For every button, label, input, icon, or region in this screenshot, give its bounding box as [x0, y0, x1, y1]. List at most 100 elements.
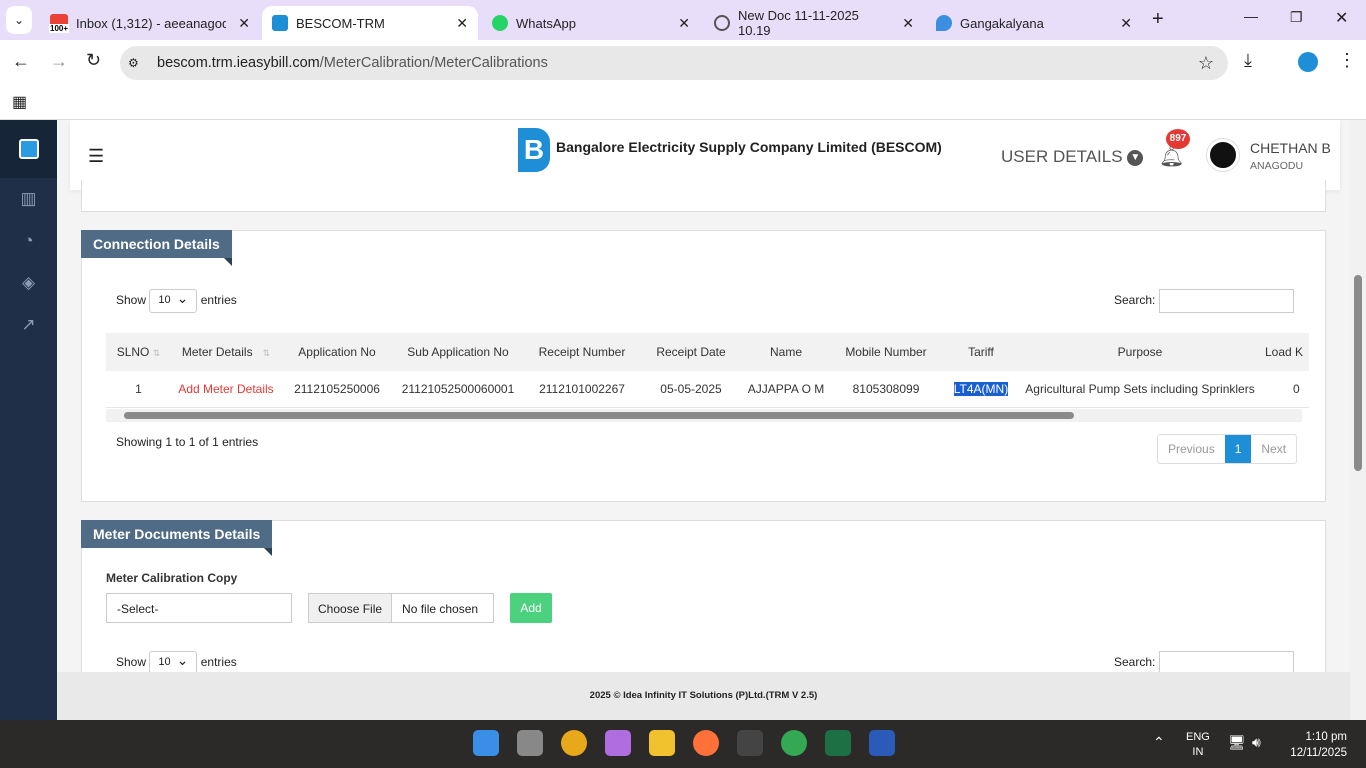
cell-purpose: Agricultural Pump Sets including Sprinkl…	[1021, 371, 1259, 408]
choose-file-button[interactable]: Choose File	[309, 594, 393, 622]
calibration-copy-label: Meter Calibration Copy	[106, 571, 238, 585]
col-meter-details[interactable]: Meter Details ⇅	[171, 333, 281, 371]
col-purpose[interactable]: Purpose	[1021, 333, 1259, 371]
page-1-button[interactable]: 1	[1224, 435, 1252, 463]
date: 12/11/2025	[1290, 747, 1347, 759]
cell-name: AJJAPPA O M	[741, 371, 831, 408]
task-view-icon[interactable]	[517, 730, 543, 756]
minimize-button[interactable]: —	[1244, 8, 1258, 24]
user-details-label: USER DETAILS	[1001, 147, 1123, 166]
document-type-select[interactable]: -Select-	[106, 593, 292, 623]
word-icon[interactable]	[869, 730, 895, 756]
close-tab-icon[interactable]: ✕	[1120, 15, 1132, 32]
user-location: ANAGODU	[1250, 160, 1304, 172]
dashboard-gauge-icon[interactable]: ◔	[0, 220, 57, 262]
entries-select[interactable]: 10	[149, 289, 198, 313]
sidebar: ▥ ◔ ◈ ↗	[0, 120, 57, 720]
col-application-no[interactable]: Application No	[281, 333, 393, 371]
file-input[interactable]: Choose File No file chosen	[308, 593, 494, 623]
volume-icon[interactable]: 🔊︎	[1252, 734, 1261, 751]
url-input[interactable]: bescom.trm.ieasybill.com/MeterCalibratio…	[120, 46, 1228, 80]
bookmarks-bar: ▦	[0, 85, 1366, 120]
network-icon[interactable]: 🖥︎	[1228, 734, 1246, 751]
excel-icon[interactable]	[825, 730, 851, 756]
file-explorer-icon[interactable]	[649, 730, 675, 756]
cell-mobile: 8105308099	[831, 371, 941, 408]
col-sub-application-no[interactable]: Sub Application No	[393, 333, 523, 371]
close-tab-icon[interactable]: ✕	[678, 15, 690, 32]
search-label: Search:	[1114, 293, 1156, 308]
chart-bar-icon[interactable]: ▥	[0, 178, 57, 220]
col-load[interactable]: Load K	[1259, 333, 1309, 371]
file-status: No file chosen	[402, 602, 479, 616]
search-input[interactable]	[1158, 289, 1294, 313]
download-icon[interactable]: ⤓	[1244, 50, 1252, 71]
tag-icon[interactable]: ◈	[0, 262, 57, 304]
firefox-icon[interactable]	[693, 730, 719, 756]
col-slno[interactable]: SLNO ⇅	[106, 333, 171, 371]
address-bar-row: ← → ↻ bescom.trm.ieasybill.com/MeterCali…	[0, 40, 1366, 85]
app-icon[interactable]	[561, 730, 587, 756]
tray-chevron-icon[interactable]: ⌃	[1153, 734, 1165, 751]
url-path: /MeterCalibration/MeterCalibrations	[319, 55, 548, 71]
main-content: ☰ B Bangalore Electricity Supply Company…	[57, 120, 1350, 720]
region-code: IN	[1192, 746, 1204, 758]
panel-title: Connection Details	[81, 230, 232, 266]
col-receipt-date[interactable]: Receipt Date	[641, 333, 741, 371]
col-mobile[interactable]: Mobile Number	[831, 333, 941, 371]
close-tab-icon[interactable]: ✕	[902, 15, 914, 32]
table-search: Search:	[1114, 289, 1294, 313]
globe-icon	[714, 15, 730, 31]
tab-gangakalyana[interactable]: Gangakalyana ✕	[926, 6, 1142, 40]
reload-button[interactable]: ↻	[86, 50, 101, 71]
next-button[interactable]: Next	[1251, 435, 1296, 463]
add-button[interactable]: Add	[510, 593, 552, 623]
tab-search-button[interactable]: ⌄	[6, 6, 32, 34]
tab-gmail[interactable]: 100+ Inbox (1,312) - aeeanagodu@ ✕	[40, 6, 260, 40]
col-receipt-number[interactable]: Receipt Number	[523, 333, 641, 371]
add-meter-details-link[interactable]: Add Meter Details	[171, 371, 281, 408]
tab-new-doc[interactable]: New Doc 11-11-2025 10.19 ✕	[704, 6, 924, 40]
company-name: Bangalore Electricity Supply Company Lim…	[556, 139, 942, 155]
entries-label: entries	[200, 293, 237, 308]
table-info: Showing 1 to 1 of 1 entries	[116, 435, 259, 449]
new-tab-button[interactable]: +	[1152, 8, 1164, 31]
clock[interactable]: 1:10 pm 12/11/2025	[1285, 729, 1347, 761]
start-icon[interactable]	[473, 730, 499, 756]
forward-button[interactable]: →	[50, 51, 68, 72]
close-tab-icon[interactable]: ✕	[238, 15, 250, 32]
back-button[interactable]: ←	[12, 51, 30, 72]
chrome-icon[interactable]	[781, 730, 807, 756]
bookmark-star-icon[interactable]: ☆	[1198, 53, 1214, 74]
close-window-button[interactable]: ✕	[1335, 8, 1348, 28]
sidebar-logo[interactable]	[0, 120, 57, 178]
show-label: Show	[116, 655, 147, 670]
search-label: Search:	[1114, 655, 1156, 670]
col-tariff[interactable]: Tariff	[941, 333, 1021, 371]
menu-icon[interactable]: ⋮	[1338, 50, 1356, 71]
hamburger-menu-icon[interactable]: ☰	[88, 146, 104, 167]
line-chart-icon[interactable]: ↗	[0, 304, 57, 346]
site-info-icon[interactable]: ⚙	[128, 56, 139, 70]
tab-whatsapp[interactable]: WhatsApp ✕	[482, 6, 700, 40]
close-tab-icon[interactable]: ✕	[456, 15, 468, 32]
media-player-icon[interactable]	[737, 730, 763, 756]
url-host: bescom.trm.ieasybill.com	[157, 55, 320, 71]
language-indicator[interactable]: ENG IN	[1186, 730, 1210, 760]
top-panel	[81, 180, 1326, 212]
apps-icon[interactable]: ▦	[12, 92, 27, 112]
vertical-scrollbar[interactable]	[1350, 120, 1366, 720]
bescom-logo: B	[518, 128, 550, 172]
user-avatar[interactable]	[1207, 139, 1239, 171]
previous-button[interactable]: Previous	[1158, 435, 1225, 463]
lang-code: ENG	[1186, 731, 1210, 743]
horizontal-scrollbar[interactable]	[106, 409, 1302, 422]
cell-subapp: 21121052500060001	[393, 371, 523, 408]
profile-avatar[interactable]	[1298, 52, 1318, 72]
tab-bescom[interactable]: BESCOM-TRM ✕	[262, 6, 478, 40]
user-details-dropdown[interactable]: USER DETAILS ▼	[1001, 147, 1144, 167]
maximize-button[interactable]: ❐	[1290, 9, 1303, 26]
copilot-icon[interactable]	[605, 730, 631, 756]
col-name[interactable]: Name	[741, 333, 831, 371]
gmail-icon: 100+	[49, 14, 70, 33]
